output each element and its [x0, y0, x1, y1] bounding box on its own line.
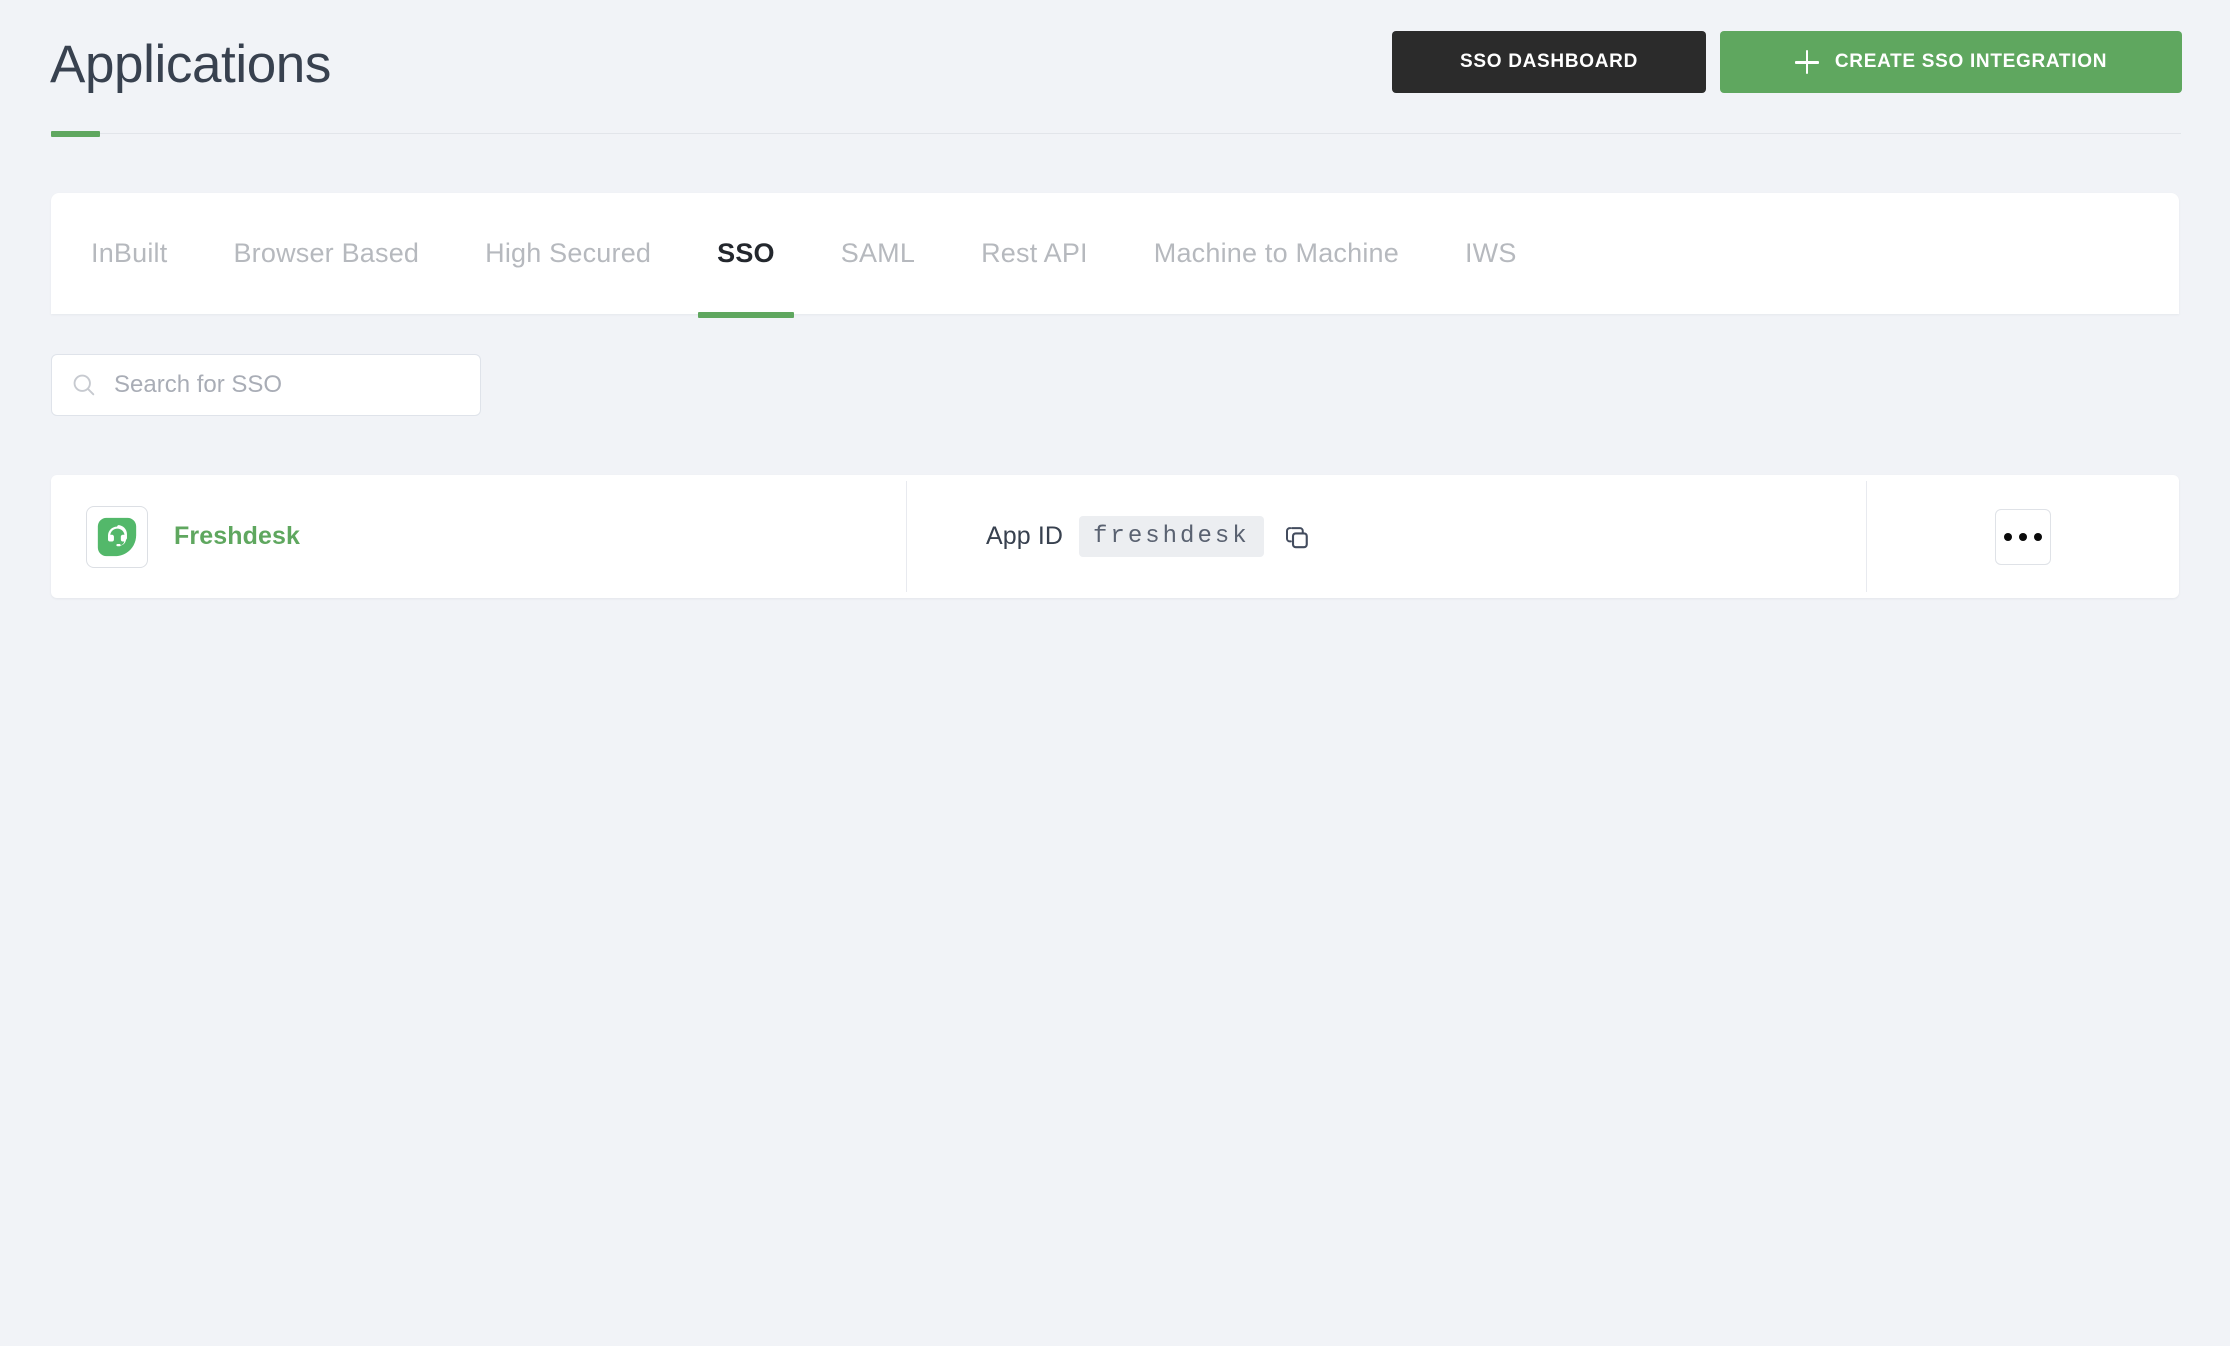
- tab-high-secured-label: High Secured: [485, 238, 652, 268]
- tab-high-secured[interactable]: High Secured: [452, 193, 684, 314]
- tab-browser-based[interactable]: Browser Based: [200, 193, 452, 314]
- table-row[interactable]: Freshdesk App ID freshdesk: [51, 475, 2179, 598]
- sso-dashboard-button-label: SSO DASHBOARD: [1459, 51, 1638, 72]
- sso-list-card: Freshdesk App ID freshdesk: [51, 475, 2179, 598]
- sso-dashboard-button[interactable]: SSO DASHBOARD: [1392, 31, 1706, 93]
- app-id-value: freshdesk: [1079, 516, 1264, 557]
- header-divider: [51, 133, 2181, 134]
- header-accent-bar: [51, 131, 100, 137]
- create-sso-integration-button[interactable]: CREATE SSO INTEGRATION: [1720, 31, 2182, 93]
- tab-inbuilt-label: InBuilt: [91, 238, 168, 268]
- more-options-icon-dot-2: [2019, 532, 2027, 541]
- applications-page: Applications SSO DASHBOARD CREATE SSO IN…: [0, 0, 2230, 1346]
- tab-bar: InBuilt Browser Based High Secured SSO S…: [51, 193, 1550, 318]
- copy-icon: [1285, 526, 1308, 548]
- tabs-card: InBuilt Browser Based High Secured SSO S…: [51, 193, 2179, 318]
- tab-sso-label: SSO: [717, 238, 775, 268]
- tab-rest-api-label: Rest API: [981, 238, 1088, 268]
- app-cell: Freshdesk: [51, 475, 906, 598]
- app-id-cell: App ID freshdesk: [907, 475, 1866, 598]
- app-id-label: App ID: [986, 522, 1064, 550]
- more-options-icon-dot-3: [2034, 532, 2042, 541]
- page-title: Applications: [50, 35, 331, 94]
- create-sso-integration-button-label: CREATE SSO INTEGRATION: [1834, 51, 2108, 72]
- tab-iws[interactable]: IWS: [1432, 193, 1550, 314]
- app-name[interactable]: Freshdesk: [174, 522, 300, 551]
- tab-machine-to-machine[interactable]: Machine to Machine: [1121, 193, 1432, 314]
- app-logo-box: [86, 505, 148, 568]
- tab-machine-to-machine-label: Machine to Machine: [1153, 238, 1399, 268]
- plus-icon: [1794, 50, 1819, 74]
- more-options-button[interactable]: [1995, 508, 2051, 565]
- search-icon: [73, 374, 95, 396]
- tab-saml[interactable]: SAML: [808, 193, 948, 314]
- tab-rest-api[interactable]: Rest API: [948, 193, 1121, 314]
- search-input[interactable]: [112, 370, 462, 400]
- more-options-icon: [2004, 532, 2012, 541]
- copy-app-id-button[interactable]: [1280, 520, 1314, 554]
- header-actions: SSO DASHBOARD CREATE SSO INTEGRATION: [1392, 31, 2182, 93]
- page-header: Applications SSO DASHBOARD CREATE SSO IN…: [0, 0, 2230, 140]
- tab-iws-label: IWS: [1464, 238, 1517, 268]
- tab-sso[interactable]: SSO: [684, 193, 808, 318]
- tab-browser-based-label: Browser Based: [233, 238, 420, 268]
- tab-saml-label: SAML: [840, 238, 916, 268]
- row-actions-cell: [1867, 475, 2179, 598]
- freshdesk-logo-icon: [97, 517, 137, 556]
- search-box[interactable]: [51, 354, 481, 416]
- tab-inbuilt[interactable]: InBuilt: [51, 193, 200, 314]
